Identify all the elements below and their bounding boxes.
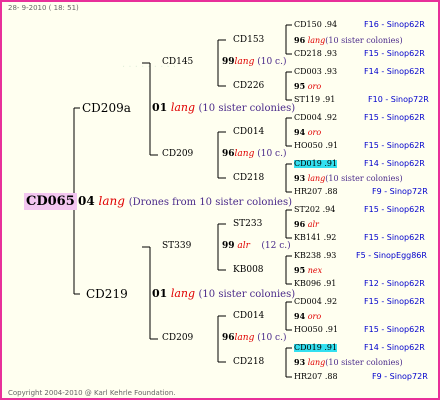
- l3-name[interactable]: CD218: [233, 358, 264, 367]
- l4-name[interactable]: ST119 .91: [294, 96, 335, 104]
- mid-node: 94 oro: [294, 127, 322, 137]
- mid-node: 96 lang(10 sister colonies): [294, 35, 403, 45]
- mother-top[interactable]: CD209a: [82, 102, 131, 114]
- l4-name[interactable]: CD218 .93: [294, 50, 337, 58]
- l4-name-highlight[interactable]: CD019 .91: [294, 344, 338, 352]
- l4-pedigree[interactable]: F5 - SinopEgg86R: [356, 252, 427, 260]
- node-01-top: 01 lang (10 sister colonies): [152, 101, 296, 114]
- l4-name[interactable]: KB238 .93: [294, 252, 336, 260]
- mother-bottom[interactable]: CD219: [86, 288, 128, 300]
- gm-bot-b[interactable]: CD209: [162, 334, 193, 343]
- l4-pedigree[interactable]: F12 - Sinop62R: [364, 280, 425, 288]
- l4-pedigree[interactable]: F15 - Sinop62R: [364, 234, 425, 242]
- node-99a: 99lang (10 c.): [222, 57, 287, 67]
- l4-name[interactable]: HR207 .88: [294, 373, 338, 381]
- node-96b: 96lang (10 c.): [222, 333, 287, 343]
- l4-pedigree[interactable]: F14 - Sinop62R: [364, 344, 425, 352]
- l4-name[interactable]: KB096 .91: [294, 280, 336, 288]
- l4-name-highlight[interactable]: CD019 .91: [294, 160, 338, 168]
- gen1-label: 04 lang (Drones from 10 sister colonies): [78, 194, 293, 208]
- l3-name[interactable]: CD218: [233, 174, 264, 183]
- l4-pedigree[interactable]: F16 - Sinop62R: [364, 21, 425, 29]
- l4-pedigree[interactable]: F15 - Sinop62R: [364, 142, 425, 150]
- l3-name[interactable]: CD226: [233, 82, 264, 91]
- l4-name[interactable]: HR207 .88: [294, 188, 338, 196]
- l3-name[interactable]: CD014: [233, 128, 264, 137]
- l4-pedigree[interactable]: F15 - Sinop62R: [364, 50, 425, 58]
- l4-name[interactable]: KB141 .92: [294, 234, 336, 242]
- l4-name[interactable]: CD004 .92: [294, 114, 337, 122]
- gm-top-a[interactable]: CD145: [162, 58, 193, 67]
- l4-pedigree[interactable]: F10 - Sinop72R: [368, 96, 429, 104]
- copyright: Copyright 2004-2010 @ Karl Kehrle Founda…: [8, 389, 176, 397]
- root-queen[interactable]: CD065: [24, 193, 77, 210]
- l4-pedigree[interactable]: F15 - Sinop62R: [364, 206, 425, 214]
- mid-node: 93 lang(10 sister colonies): [294, 357, 403, 367]
- mid-node: 94 oro: [294, 311, 322, 321]
- node-99b: 99 alr (12 c.): [222, 241, 291, 251]
- gm-top-b[interactable]: CD209: [162, 150, 193, 159]
- l4-pedigree[interactable]: F9 - Sinop72R: [372, 373, 428, 381]
- l4-pedigree[interactable]: F15 - Sinop62R: [364, 114, 425, 122]
- mid-node: 96 alr: [294, 219, 319, 229]
- l4-name[interactable]: ST202 .94: [294, 206, 335, 214]
- node-96a: 96lang (10 c.): [222, 149, 287, 159]
- gm-bot-a[interactable]: ST339: [162, 242, 191, 251]
- pedigree-frame: · · · · · · · · · 28- 9-2010 ( 18: 51) C…: [0, 0, 440, 400]
- l3-name[interactable]: CD153: [233, 36, 264, 45]
- l4-pedigree[interactable]: F14 - Sinop62R: [364, 68, 425, 76]
- l4-name[interactable]: HO050 .91: [294, 326, 338, 334]
- mid-node: 93 lang(10 sister colonies): [294, 173, 403, 183]
- l4-pedigree[interactable]: F9 - Sinop72R: [372, 188, 428, 196]
- l4-name[interactable]: CD150 .94: [294, 21, 337, 29]
- l4-pedigree[interactable]: F15 - Sinop62R: [364, 326, 425, 334]
- l3-name[interactable]: KB008: [233, 266, 264, 275]
- l4-name[interactable]: HO050 .91: [294, 142, 338, 150]
- l4-pedigree[interactable]: F14 - Sinop62R: [364, 160, 425, 168]
- l3-name[interactable]: CD014: [233, 312, 264, 321]
- l4-pedigree[interactable]: F15 - Sinop62R: [364, 298, 425, 306]
- mid-node: 95 nex: [294, 265, 323, 275]
- l4-name[interactable]: CD004 .92: [294, 298, 337, 306]
- mid-node: 95 oro: [294, 81, 322, 91]
- l4-name[interactable]: CD003 .93: [294, 68, 337, 76]
- node-01-bottom: 01 lang (10 sister colonies): [152, 287, 296, 300]
- l3-name[interactable]: ST233: [233, 220, 262, 229]
